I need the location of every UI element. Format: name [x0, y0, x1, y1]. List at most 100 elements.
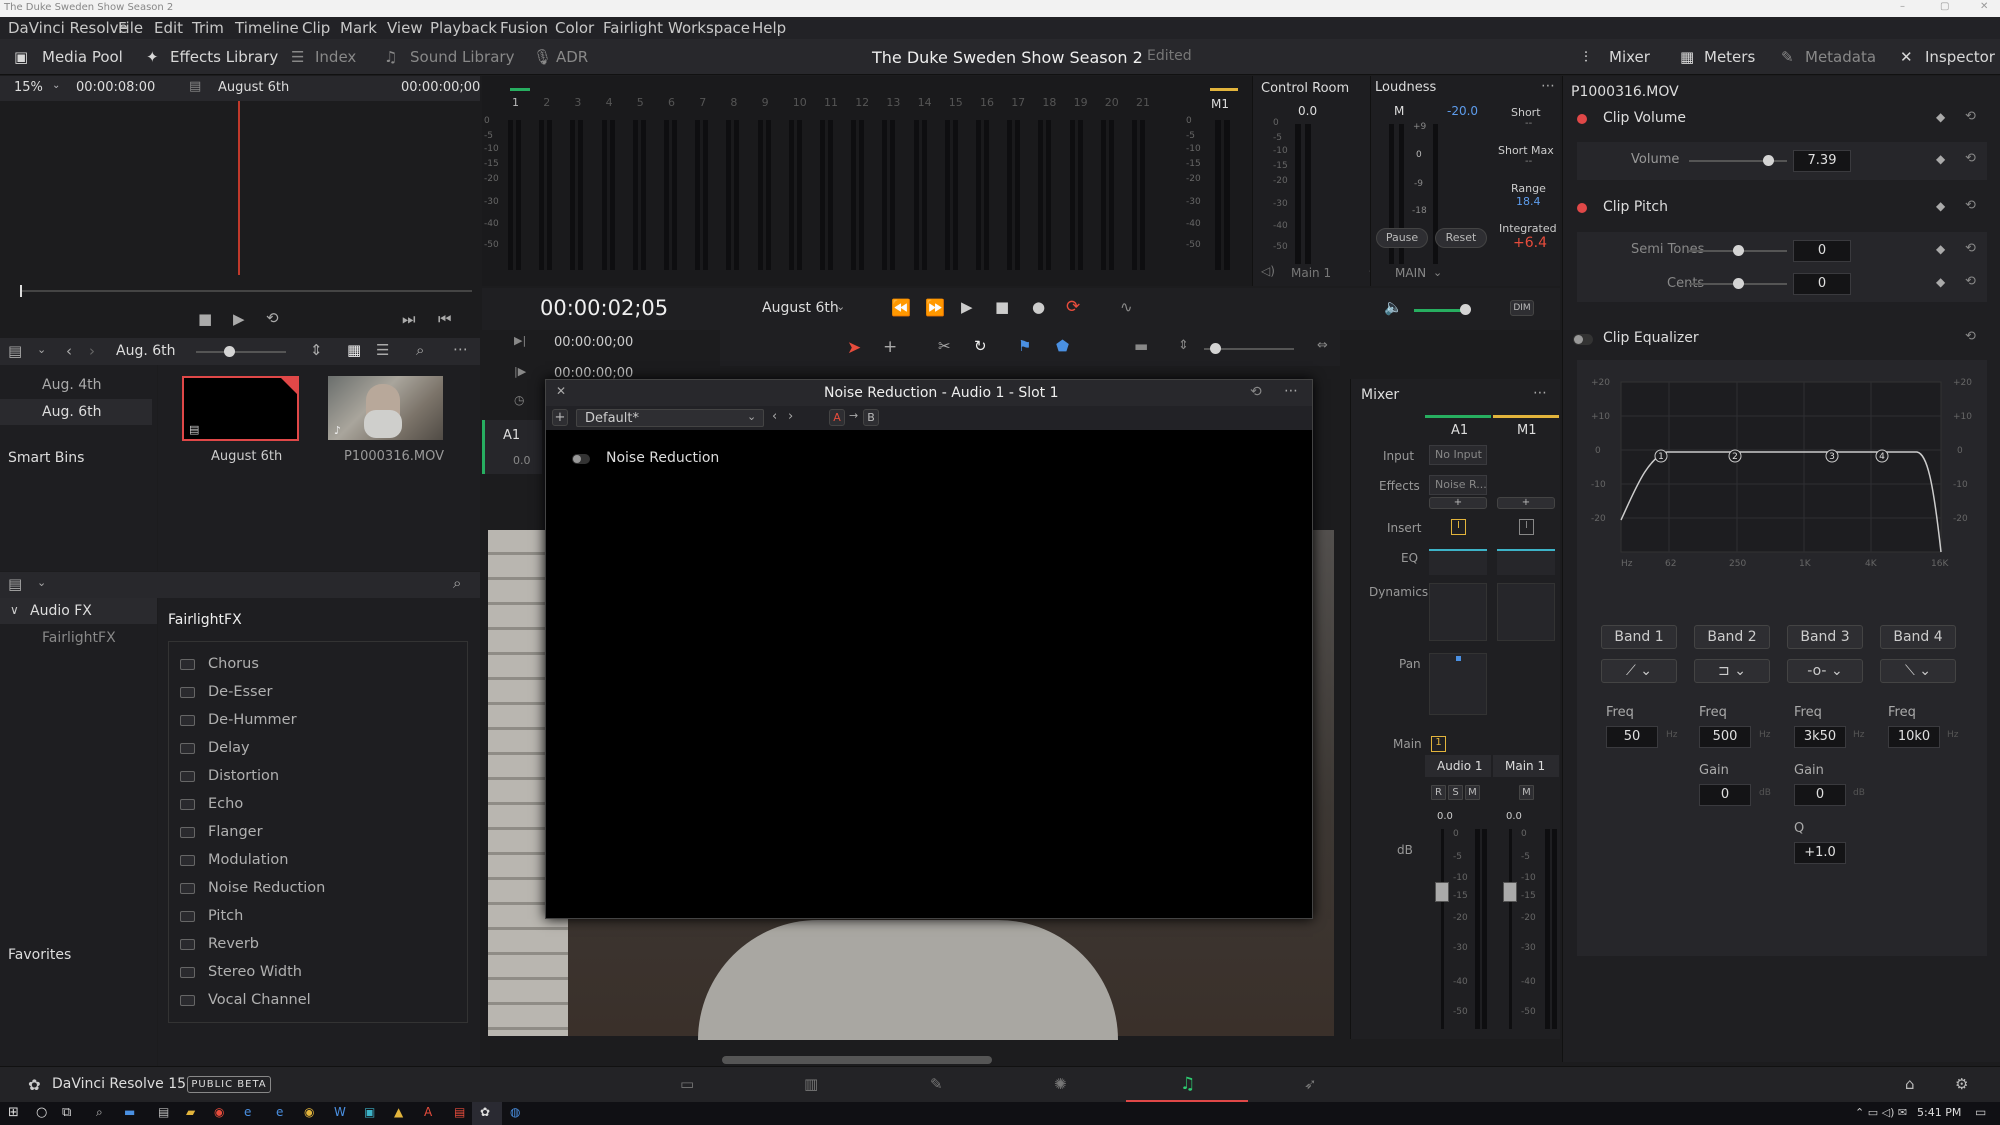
chrome-alt-icon[interactable]: ◉ [304, 1105, 314, 1119]
chevron-down-icon[interactable]: ⌄ [836, 300, 845, 313]
close-icon[interactable]: ✕ [556, 384, 566, 398]
reset-icon[interactable]: ⟲ [1250, 384, 1262, 400]
tray-icons[interactable]: ⌃ ▭ ◁) ✉ [1855, 1106, 1907, 1119]
tree-audio-fx[interactable]: Audio FX [30, 603, 92, 619]
chrome-icon[interactable]: ◉ [214, 1105, 224, 1119]
vertical-zoom-knob[interactable] [1210, 343, 1221, 354]
marker-icon[interactable]: ⬟ [1056, 339, 1069, 354]
record-arm-button[interactable]: R [1431, 785, 1446, 800]
band-4-shape[interactable]: ⟍ ⌄ [1880, 659, 1956, 683]
reset-icon[interactable]: ⟲ [1965, 329, 1976, 344]
effect-de-hummer[interactable]: De-Hummer [208, 712, 297, 728]
search-icon[interactable]: ⌕ [453, 576, 461, 591]
add-effect-button[interactable]: + [1429, 497, 1487, 509]
fast-forward-icon[interactable]: ⏩ [925, 300, 945, 316]
loop-icon[interactable]: ⟳ [1066, 299, 1080, 316]
menu-edit[interactable]: Edit [154, 19, 183, 37]
list-view-icon[interactable]: ☰ [376, 343, 389, 358]
sort-icon[interactable]: ⇕ [310, 343, 323, 358]
speaker-icon[interactable]: ◁) [1261, 264, 1275, 278]
timeline-scrollbar[interactable] [722, 1056, 992, 1064]
home-icon[interactable]: ⌂ [1905, 1077, 1915, 1092]
desktop-app-icon[interactable]: ▬ [124, 1105, 135, 1119]
dynamics-thumbnail[interactable] [1429, 583, 1487, 641]
effect-distortion[interactable]: Distortion [208, 768, 279, 784]
menu-mark[interactable]: Mark [340, 19, 377, 37]
color-page-icon[interactable]: ✺ [1054, 1077, 1067, 1092]
reset-button[interactable]: Reset [1435, 228, 1487, 248]
settings-gear-icon[interactable]: ⚙ [1955, 1077, 1968, 1092]
file-explorer-icon[interactable]: ▰ [186, 1105, 195, 1119]
dim-button[interactable]: DIM [1510, 300, 1534, 316]
reset-icon[interactable]: ⟲ [1965, 109, 1976, 124]
media-pool-button[interactable]: Media Pool [42, 48, 123, 66]
effect-stereo-width[interactable]: Stereo Width [208, 964, 302, 980]
effect-modulation[interactable]: Modulation [208, 852, 288, 868]
forward-icon[interactable]: › [89, 344, 95, 359]
keyframe-icon[interactable]: ◆ [1936, 152, 1945, 166]
edit-page-icon[interactable]: ▥ [804, 1077, 818, 1092]
effect-reverb[interactable]: Reverb [208, 936, 259, 952]
rewind-icon[interactable]: ⏪ [891, 300, 911, 316]
band-4-button[interactable]: Band 4 [1880, 625, 1956, 649]
reset-icon[interactable]: ⟲ [1965, 274, 1976, 289]
menu-trim[interactable]: Trim [192, 19, 224, 37]
flag-icon[interactable]: ⚑ [1018, 339, 1031, 354]
chevron-down-icon[interactable]: ⌄ [1433, 266, 1442, 279]
effect-noise-reduction[interactable]: Noise Reduction [208, 880, 325, 896]
adr-button[interactable]: ADR [556, 48, 588, 66]
band-2-shape[interactable]: ⊐ ⌄ [1694, 659, 1770, 683]
keyframe-icon[interactable]: ◆ [1936, 275, 1945, 289]
clip-eq-toggle[interactable] [1573, 334, 1593, 345]
pointer-tool-icon[interactable]: ➤ [847, 340, 861, 357]
effect-vocal-channel[interactable]: Vocal Channel [208, 992, 311, 1008]
fader-handle[interactable] [1503, 882, 1517, 902]
b-slot-button[interactable]: B [863, 409, 879, 426]
grid-view-icon[interactable]: ▦ [347, 343, 361, 358]
mute-button[interactable]: M [1465, 785, 1480, 800]
menu-view[interactable]: View [387, 19, 423, 37]
media-page-icon[interactable]: ▭ [680, 1077, 694, 1092]
effect-flanger[interactable]: Flanger [208, 824, 263, 840]
menu-fusion[interactable]: Fusion [500, 19, 548, 37]
effect-de-esser[interactable]: De-Esser [208, 684, 272, 700]
inspector-button[interactable]: Inspector [1925, 48, 1995, 66]
search-icon[interactable]: ⌕ [416, 343, 424, 358]
menu-file[interactable]: File [118, 19, 143, 37]
keyframe-icon[interactable]: ◆ [1936, 242, 1945, 256]
a-slot-button[interactable]: A [829, 409, 845, 426]
more-options-icon[interactable]: ⋯ [453, 342, 468, 357]
play-icon[interactable]: ▶ [233, 312, 245, 327]
more-options-icon[interactable]: ⋯ [1541, 78, 1555, 94]
plugin-bypass-toggle[interactable] [572, 454, 590, 464]
effect-pitch[interactable]: Pitch [208, 908, 243, 924]
snap-icon[interactable]: ↻ [974, 339, 987, 354]
band-3-gain-input[interactable]: 0 [1794, 784, 1846, 806]
stop-icon[interactable]: ■ [198, 312, 212, 327]
menu-timeline[interactable]: Timeline [235, 19, 299, 37]
pause-button[interactable]: Pause [1376, 228, 1428, 248]
clip-pitch-enable[interactable] [1577, 203, 1587, 213]
input-selector[interactable]: No Input [1429, 445, 1487, 465]
play-icon[interactable]: ▶ [961, 300, 973, 315]
automation-icon[interactable]: ∿ [1120, 300, 1133, 315]
smart-bins-label[interactable]: Smart Bins [8, 450, 84, 466]
band-3-button[interactable]: Band 3 [1787, 625, 1863, 649]
loop-icon[interactable]: ⟲ [266, 311, 279, 326]
dynamics-thumbnail[interactable] [1497, 583, 1555, 641]
acrobat-icon[interactable]: A [424, 1105, 432, 1119]
menu-davinci[interactable]: DaVinci Resolve [8, 19, 128, 37]
effects-slot[interactable]: Noise R... [1429, 475, 1487, 495]
vlc-icon[interactable]: ▲ [394, 1105, 403, 1119]
windows-start-icon[interactable]: ⊞ [8, 1105, 19, 1120]
reset-icon[interactable]: ⟲ [1965, 241, 1976, 256]
reset-icon[interactable]: ⟲ [1965, 198, 1976, 213]
main-bus-label[interactable]: MAIN [1395, 266, 1426, 280]
next-preset-icon[interactable]: › [788, 409, 793, 424]
range-tool-icon[interactable]: + [883, 339, 897, 356]
volume-input[interactable]: 7.39 [1793, 150, 1851, 172]
app-task-icon[interactable]: ◍ [510, 1105, 520, 1119]
maximize-icon[interactable]: ▢ [1940, 1, 1949, 12]
more-options-icon[interactable]: ⋯ [1533, 385, 1547, 401]
add-effect-button[interactable]: + [1497, 497, 1555, 509]
